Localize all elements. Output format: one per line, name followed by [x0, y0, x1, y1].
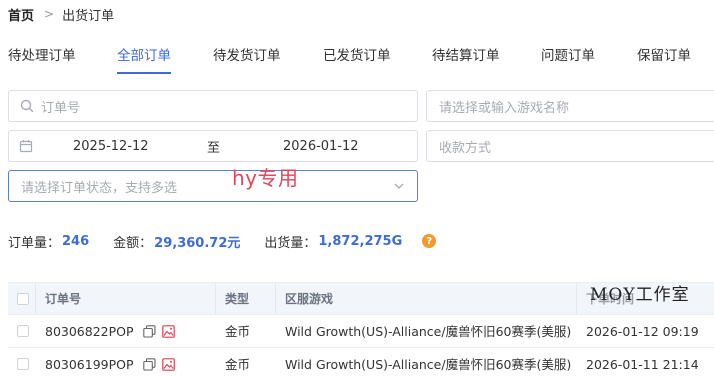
- tab-label: 全部订单: [117, 48, 171, 64]
- column-divider: [35, 283, 36, 314]
- copy-icon[interactable]: [143, 325, 156, 338]
- column-divider: [275, 283, 276, 314]
- order-count-label: 订单量：: [8, 235, 61, 251]
- table-row[interactable]: 80306822POP 金币 Wild Growth(US)-Alliance/…: [8, 315, 714, 348]
- table-row[interactable]: 80306199POP 金币 Wild Growth(US)-Alliance/…: [8, 348, 714, 378]
- game-placeholder: 请选择或输入游戏名称: [439, 100, 570, 116]
- select-all-checkbox[interactable]: [17, 293, 29, 305]
- active-tab-indicator: [117, 72, 171, 74]
- watermark: MOY工作室: [590, 285, 690, 305]
- tab-problem[interactable]: 问题订单: [541, 44, 595, 74]
- help-icon[interactable]: ?: [422, 234, 437, 248]
- tab-pending[interactable]: 待处理订单: [8, 44, 76, 74]
- tab-shipped[interactable]: 已发货订单: [323, 44, 391, 74]
- image-icon[interactable]: [162, 358, 175, 371]
- game-select[interactable]: 请选择或输入游戏名称: [426, 90, 714, 122]
- header-type[interactable]: 类型: [225, 283, 249, 315]
- header-game[interactable]: 区服游戏: [285, 283, 333, 315]
- tab-label: 待结算订单: [432, 48, 500, 64]
- breadcrumb: 首页 > 出货订单: [8, 4, 114, 24]
- amount-stat: 金额： 29,360.72元: [113, 232, 240, 251]
- chevron-down-icon: [393, 180, 405, 192]
- tab-to-ship[interactable]: 待发货订单: [213, 44, 281, 74]
- tab-to-settle[interactable]: 待结算订单: [432, 44, 500, 74]
- amount-value: 29,360.72元: [154, 235, 241, 251]
- calendar-icon: [19, 139, 33, 153]
- order-stats: 订单量： 246 金额： 29,360.72元 出货量： 1,872,275G …: [8, 231, 437, 251]
- row-checkbox[interactable]: [17, 325, 29, 337]
- cell-order-no: 80306822POP: [45, 324, 134, 339]
- tab-all[interactable]: 全部订单: [117, 44, 171, 74]
- breadcrumb-current: 出货订单: [62, 8, 115, 24]
- header-order-no[interactable]: 订单号: [45, 283, 81, 315]
- order-tabs: 待处理订单 全部订单 待发货订单 已发货订单 待结算订单 问题订单 保留订单: [0, 44, 714, 76]
- tab-label: 待处理订单: [8, 48, 76, 64]
- payment-method-select[interactable]: 收款方式: [426, 130, 714, 162]
- date-start[interactable]: 2025-12-12: [73, 139, 149, 154]
- order-number-search[interactable]: 订单号: [8, 90, 418, 122]
- order-number-placeholder: 订单号: [41, 100, 81, 116]
- cell-game: Wild Growth(US)-Alliance/魔兽怀旧60赛季(美服): [285, 357, 572, 372]
- cell-type: 金币: [225, 357, 251, 372]
- date-end[interactable]: 2026-01-12: [283, 139, 359, 154]
- row-checkbox[interactable]: [17, 358, 29, 370]
- order-count-value: 246: [62, 233, 90, 249]
- tab-label: 问题订单: [541, 48, 595, 64]
- tab-reserved[interactable]: 保留订单: [637, 44, 691, 74]
- cell-game: Wild Growth(US)-Alliance/魔兽怀旧60赛季(美服): [285, 324, 572, 339]
- amount-label: 金额：: [113, 235, 153, 251]
- volume-label: 出货量：: [264, 235, 317, 251]
- column-divider: [215, 283, 216, 314]
- order-count-stat: 订单量： 246: [8, 232, 89, 251]
- order-status-select[interactable]: 请选择订单状态，支持多选: [8, 170, 418, 202]
- search-icon: [20, 99, 34, 113]
- tab-label: 保留订单: [637, 48, 691, 64]
- cell-time: 2026-01-11 21:14: [586, 357, 699, 372]
- cell-type: 金币: [225, 324, 251, 339]
- date-range-picker[interactable]: 2025-12-12 至 2026-01-12: [8, 130, 418, 162]
- column-divider: [576, 283, 577, 314]
- volume-stat: 出货量： 1,872,275G: [264, 232, 402, 251]
- tab-label: 待发货订单: [213, 48, 281, 64]
- volume-value: 1,872,275G: [318, 233, 403, 249]
- breadcrumb-separator: >: [44, 7, 55, 21]
- status-placeholder: 请选择订单状态，支持多选: [21, 180, 178, 196]
- cell-time: 2026-01-12 09:19: [586, 324, 699, 339]
- payment-placeholder: 收款方式: [439, 140, 492, 156]
- cell-order-no: 80306199POP: [45, 357, 134, 372]
- copy-icon[interactable]: [143, 358, 156, 371]
- tab-label: 已发货订单: [323, 48, 391, 64]
- breadcrumb-home[interactable]: 首页: [8, 5, 34, 24]
- image-icon[interactable]: [162, 325, 175, 338]
- orders-page: 首页 > 出货订单 待处理订单 全部订单 待发货订单 已发货订单 待结算订单 问…: [0, 0, 714, 378]
- date-separator: 至: [207, 140, 221, 156]
- overlay-note: hy专用: [232, 166, 299, 190]
